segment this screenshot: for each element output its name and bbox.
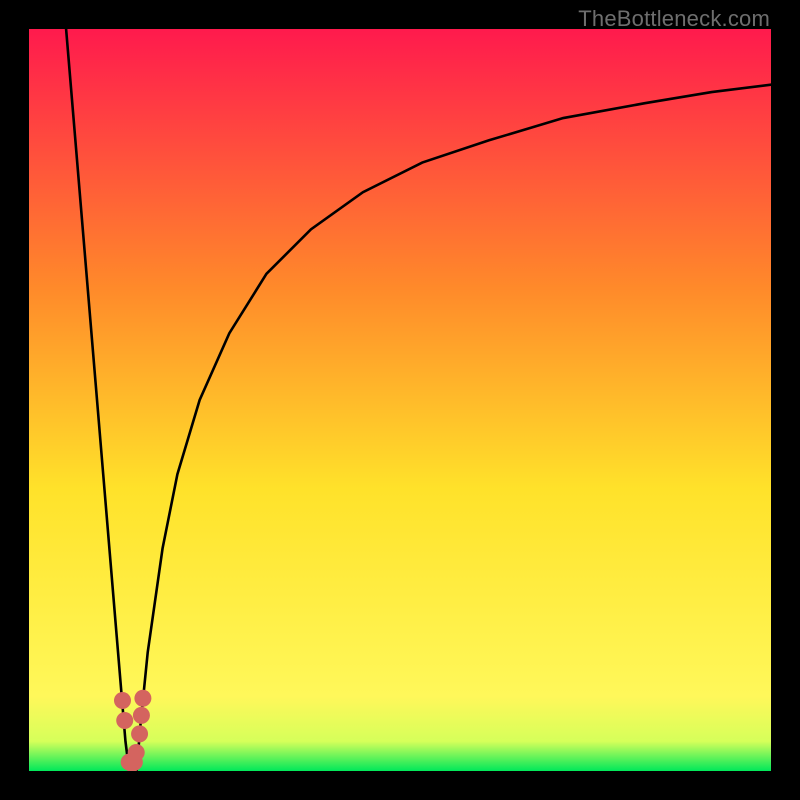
data-marker [131, 725, 148, 742]
gradient-background [29, 29, 771, 771]
data-marker [133, 707, 150, 724]
plot-svg [29, 29, 771, 771]
plot-area [29, 29, 771, 771]
data-marker [114, 692, 131, 709]
watermark-text: TheBottleneck.com [578, 6, 770, 32]
data-marker [128, 744, 145, 761]
data-marker [134, 690, 151, 707]
chart-frame: TheBottleneck.com [0, 0, 800, 800]
data-marker [116, 712, 133, 729]
